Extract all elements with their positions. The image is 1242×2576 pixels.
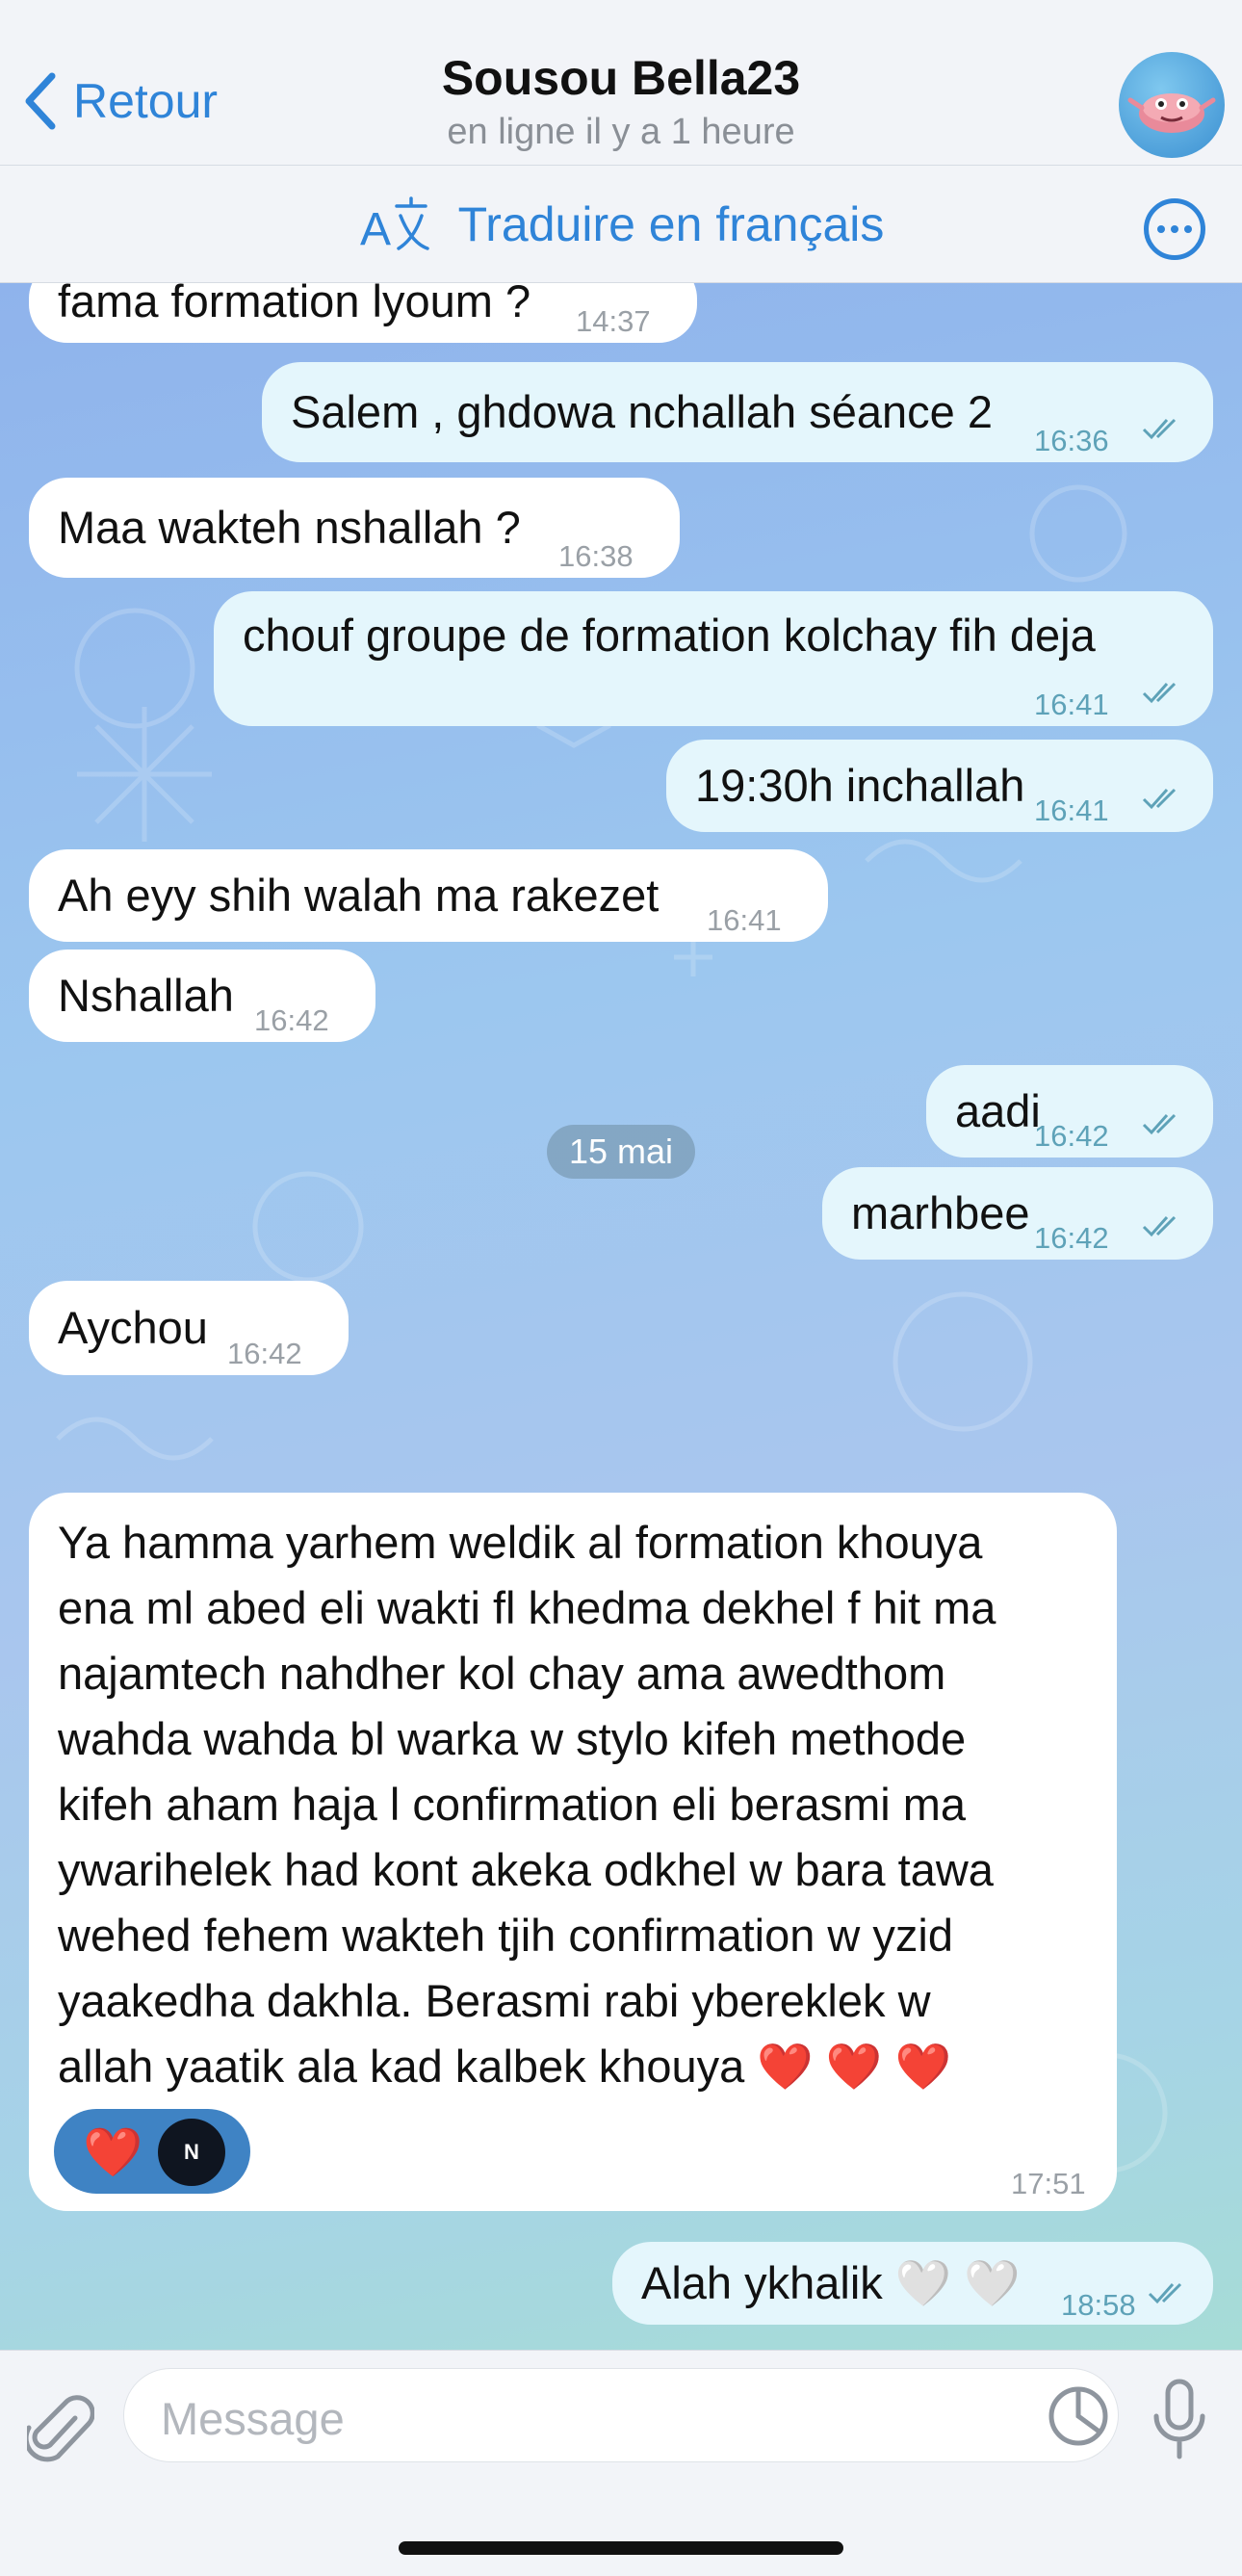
read-checkmarks-icon bbox=[1142, 682, 1177, 704]
message-text: marhbee bbox=[851, 1187, 1030, 1238]
long-message-line: allah yaatik ala kad kalbek khouya ❤️ ❤️… bbox=[58, 2041, 952, 2092]
read-checkmarks-icon bbox=[1142, 788, 1177, 810]
message-time: 16:41 bbox=[1034, 794, 1109, 827]
long-message-line: kifeh aham haja l confirmation eli beras… bbox=[58, 1779, 967, 1830]
message-input[interactable]: Message bbox=[123, 2368, 1119, 2462]
message-time: 16:42 bbox=[254, 1003, 329, 1037]
message-bubble-outgoing[interactable]: marhbee 16:42 bbox=[822, 1167, 1213, 1260]
message-time: 14:37 bbox=[576, 304, 651, 338]
svg-text:A: A bbox=[360, 204, 391, 255]
long-message-line: yaakedha dakhla. Berasmi rabi ybereklek … bbox=[58, 1975, 931, 2026]
message-bubble-outgoing-last[interactable]: Alah ykhalik 🤍 🤍 18:58 bbox=[612, 2242, 1213, 2325]
translate-label: Traduire en français bbox=[457, 197, 885, 251]
translate-bar: A Traduire en français bbox=[0, 166, 1242, 283]
translate-icon: A bbox=[360, 196, 429, 255]
reactor-avatar: N bbox=[158, 2119, 225, 2186]
contact-status: en ligne il y a 1 heure bbox=[447, 112, 795, 152]
message-time: 16:42 bbox=[1034, 1119, 1109, 1153]
dot-icon bbox=[1184, 225, 1192, 233]
message-bubble-incoming-long[interactable]: Ya hamma yarhem weldik al formation khou… bbox=[29, 1493, 1117, 2211]
message-bubble-incoming[interactable]: Ah eyy shih walah ma rakezet 16:41 bbox=[29, 849, 828, 942]
read-checkmarks-icon bbox=[1148, 2282, 1182, 2304]
message-composer: Message bbox=[0, 2350, 1242, 2576]
read-checkmarks-icon bbox=[1142, 1215, 1177, 1237]
home-indicator bbox=[399, 2541, 843, 2555]
message-time: 16:42 bbox=[227, 1337, 302, 1370]
dot-icon bbox=[1157, 225, 1165, 233]
long-message-line: wahda wahda bl warka w stylo kifeh metho… bbox=[58, 1713, 967, 1764]
message-time: 16:42 bbox=[1034, 1221, 1109, 1255]
message-bubble-incoming[interactable]: Nshallah 16:42 bbox=[29, 950, 375, 1042]
long-message-line: najamtech nahdher kol chay ama awedthom bbox=[58, 1648, 946, 1699]
more-options-button[interactable] bbox=[1144, 198, 1205, 260]
message-input-placeholder: Message bbox=[161, 2393, 345, 2444]
contact-name[interactable]: Sousou Bella23 bbox=[0, 50, 1242, 106]
message-text: aadi bbox=[955, 1085, 1041, 1136]
contact-avatar[interactable] bbox=[1119, 52, 1225, 158]
message-text: Alah ykhalik 🤍 🤍 bbox=[641, 2257, 1021, 2308]
long-message-line: wehed fehem wakteh tjih confirmation w y… bbox=[58, 1910, 953, 1961]
message-time: 16:36 bbox=[1034, 424, 1109, 457]
translate-button[interactable]: A Traduire en français bbox=[0, 193, 1242, 256]
message-bubble-incoming[interactable]: Maa wakteh nshallah ? 16:38 bbox=[29, 478, 680, 578]
reaction-emoji: ❤️ bbox=[83, 2125, 143, 2179]
long-message-line: Ya hamma yarhem weldik al formation khou… bbox=[58, 1517, 983, 1568]
message-bubble-incoming[interactable]: Aychou 16:42 bbox=[29, 1281, 349, 1375]
long-message-line: ywarihelek had kont akeka odkhel w bara … bbox=[58, 1844, 994, 1895]
microphone-icon[interactable] bbox=[1150, 2378, 1209, 2462]
message-text: chouf groupe de formation kolchay fih de… bbox=[243, 610, 1096, 661]
reaction-chip[interactable]: ❤️ N bbox=[54, 2109, 250, 2194]
message-text: Nshallah bbox=[58, 970, 234, 1021]
message-text: Salem , ghdowa nchallah séance 2 bbox=[291, 386, 993, 437]
avatar-creature-icon bbox=[1127, 93, 1216, 133]
message-time: 16:38 bbox=[558, 539, 634, 573]
paperclip-icon[interactable] bbox=[27, 2389, 94, 2470]
message-time: 16:41 bbox=[707, 903, 782, 937]
message-text: 19:30h inchallah bbox=[695, 760, 1025, 811]
read-checkmarks-icon bbox=[1142, 1113, 1177, 1135]
message-time: 16:41 bbox=[1034, 688, 1109, 721]
date-separator: 15 mai bbox=[547, 1125, 695, 1179]
chat-screen: Retour Sousou Bella23 en ligne il y a 1 … bbox=[0, 0, 1242, 2576]
message-time: 17:51 bbox=[1011, 2167, 1086, 2200]
message-text: Aychou bbox=[58, 1302, 208, 1353]
message-text: Ah eyy shih walah ma rakezet bbox=[58, 870, 660, 921]
chat-header: Retour Sousou Bella23 en ligne il y a 1 … bbox=[0, 0, 1242, 166]
message-text: Maa wakteh nshallah ? bbox=[58, 502, 521, 553]
message-bubble-outgoing[interactable]: 19:30h inchallah 16:41 bbox=[666, 740, 1213, 832]
message-time: 18:58 bbox=[1061, 2288, 1136, 2322]
sticker-icon[interactable] bbox=[1045, 2382, 1112, 2450]
message-bubble-outgoing[interactable]: aadi 16:42 bbox=[926, 1065, 1213, 1158]
dot-icon bbox=[1171, 225, 1178, 233]
long-message-text: Ya hamma yarhem weldik al formation khou… bbox=[58, 1510, 1136, 2099]
long-message-line: ena ml abed eli wakti fl khedma dekhel f… bbox=[58, 1582, 996, 1633]
message-bubble-outgoing[interactable]: chouf groupe de formation kolchay fih de… bbox=[214, 591, 1213, 726]
message-bubble-outgoing[interactable]: Salem , ghdowa nchallah séance 2 16:36 bbox=[262, 362, 1213, 462]
read-checkmarks-icon bbox=[1142, 418, 1177, 440]
